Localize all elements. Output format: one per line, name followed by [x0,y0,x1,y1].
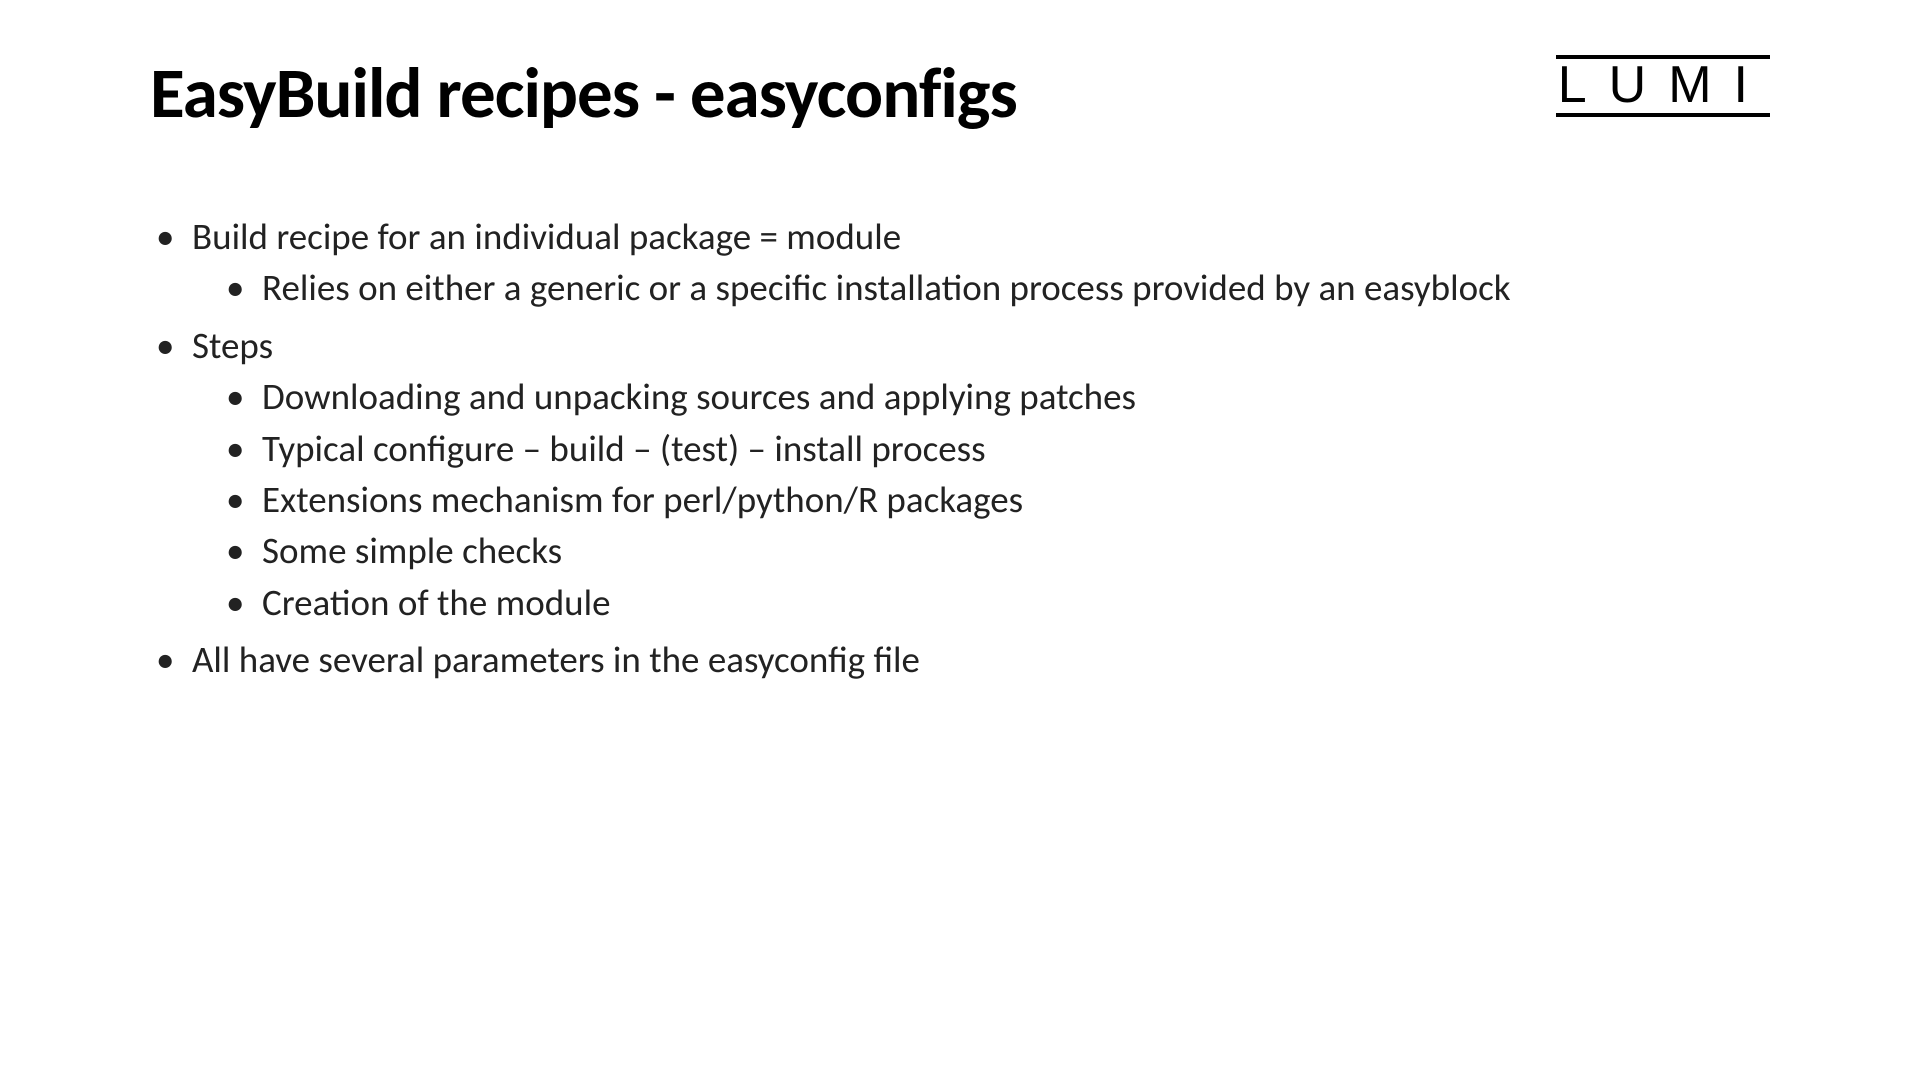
bullet-item: Build recipe for an individual package =… [150,213,1770,312]
sub-bullet-list: Relies on either a generic or a specific… [192,264,1770,311]
slide: EasyBuild recipes - easyconfigs LUMI Bui… [0,0,1920,1080]
bullet-text: All have several parameters in the easyc… [192,637,920,682]
bullet-item: Steps Downloading and unpacking sources … [150,322,1770,626]
sub-bullet-item: Extensions mechanism for perl/python/R p… [220,476,1770,523]
sub-bullet-item: Typical configure – build – (test) – ins… [220,425,1770,472]
sub-bullet-item: Creation of the module [220,579,1770,626]
slide-content: Build recipe for an individual package =… [150,213,1770,683]
sub-bullet-text: Some simple checks [262,528,562,573]
bullet-list: Build recipe for an individual package =… [150,213,1770,683]
bullet-item: All have several parameters in the easyc… [150,636,1770,683]
header-row: EasyBuild recipes - easyconfigs LUMI [150,55,1770,133]
lumi-logo: LUMI [1556,55,1770,117]
sub-bullet-item: Relies on either a generic or a specific… [220,264,1770,311]
sub-bullet-text: Downloading and unpacking sources and ap… [262,374,1136,419]
slide-title: EasyBuild recipes - easyconfigs [150,55,1017,133]
sub-bullet-item: Some simple checks [220,527,1770,574]
bullet-text: Steps [192,323,273,368]
bullet-text: Build recipe for an individual package =… [192,214,901,259]
sub-bullet-text: Relies on either a generic or a specific… [262,265,1511,310]
sub-bullet-item: Downloading and unpacking sources and ap… [220,373,1770,420]
sub-bullet-text: Creation of the module [262,580,610,625]
sub-bullet-text: Extensions mechanism for perl/python/R p… [262,477,1023,522]
sub-bullet-text: Typical configure – build – (test) – ins… [262,426,986,471]
sub-bullet-list: Downloading and unpacking sources and ap… [192,373,1770,626]
